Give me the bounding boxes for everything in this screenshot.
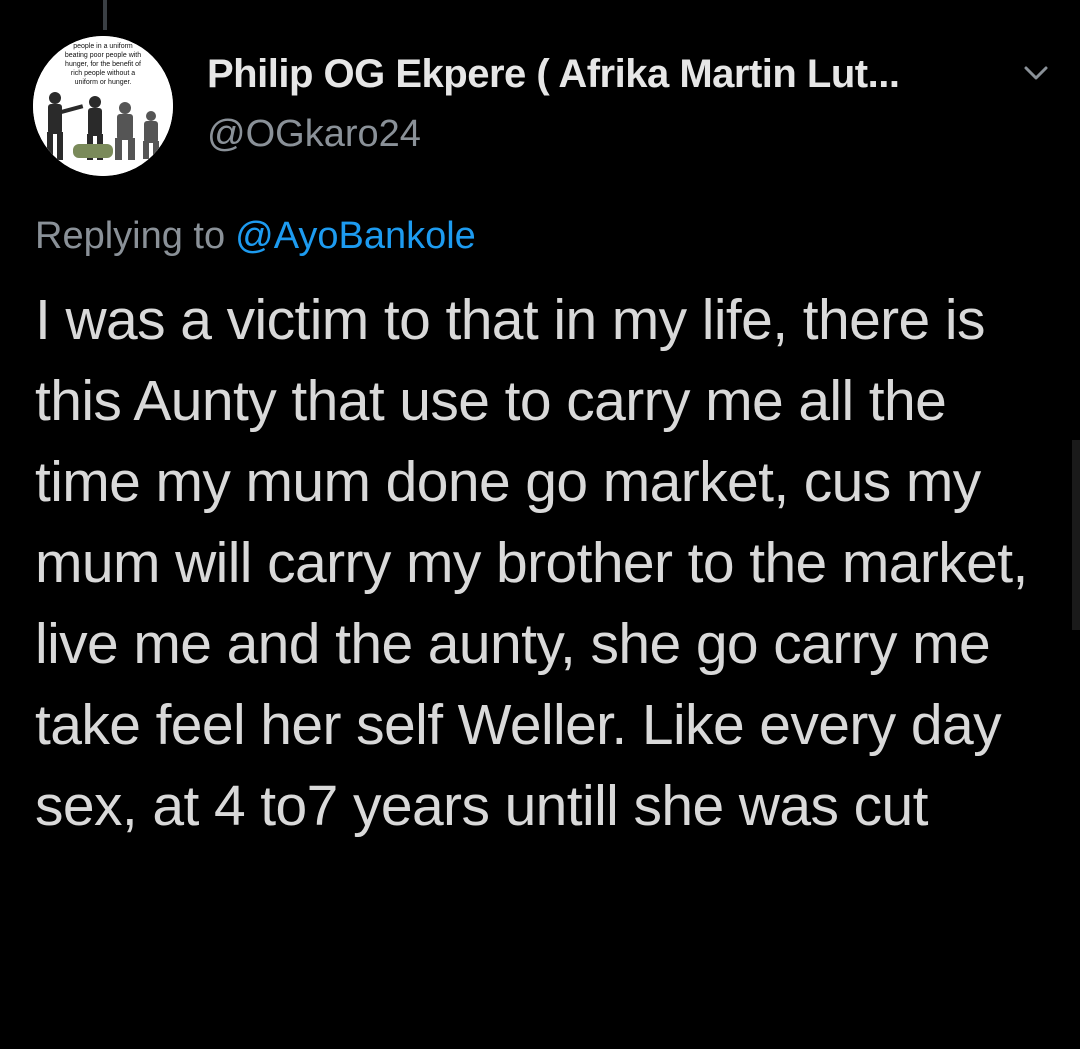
tweet-header: Philip OG Ekpere ( Afrika Martin Lut... … bbox=[207, 48, 1020, 160]
svg-text:hunger, for the benefit of: hunger, for the benefit of bbox=[65, 61, 141, 68]
svg-text:people in a uniform: people in a uniform bbox=[73, 43, 133, 50]
avatar[interactable]: people in a uniform beating poor people … bbox=[33, 36, 173, 176]
scrollbar[interactable] bbox=[1072, 440, 1080, 630]
svg-text:beating poor people with: beating poor people with bbox=[65, 52, 141, 59]
author-handle[interactable]: @OGkaro24 bbox=[207, 108, 1020, 160]
replying-to-label: Replying to bbox=[35, 215, 226, 257]
thread-connector-line bbox=[103, 0, 107, 30]
reply-to-handle-link[interactable]: @AyoBankole bbox=[235, 215, 476, 257]
tweet-text: I was a victim to that in my life, there… bbox=[35, 288, 1028, 838]
avatar-image: people in a uniform beating poor people … bbox=[33, 36, 173, 176]
chevron-down-icon[interactable] bbox=[1016, 56, 1056, 90]
author-display-name[interactable]: Philip OG Ekpere ( Afrika Martin Lut... bbox=[207, 48, 1020, 100]
svg-text:rich people without a: rich people without a bbox=[71, 70, 135, 77]
replying-to-line: Replying to @AyoBankole bbox=[35, 210, 476, 262]
svg-text:uniform or hunger.: uniform or hunger. bbox=[75, 79, 132, 86]
